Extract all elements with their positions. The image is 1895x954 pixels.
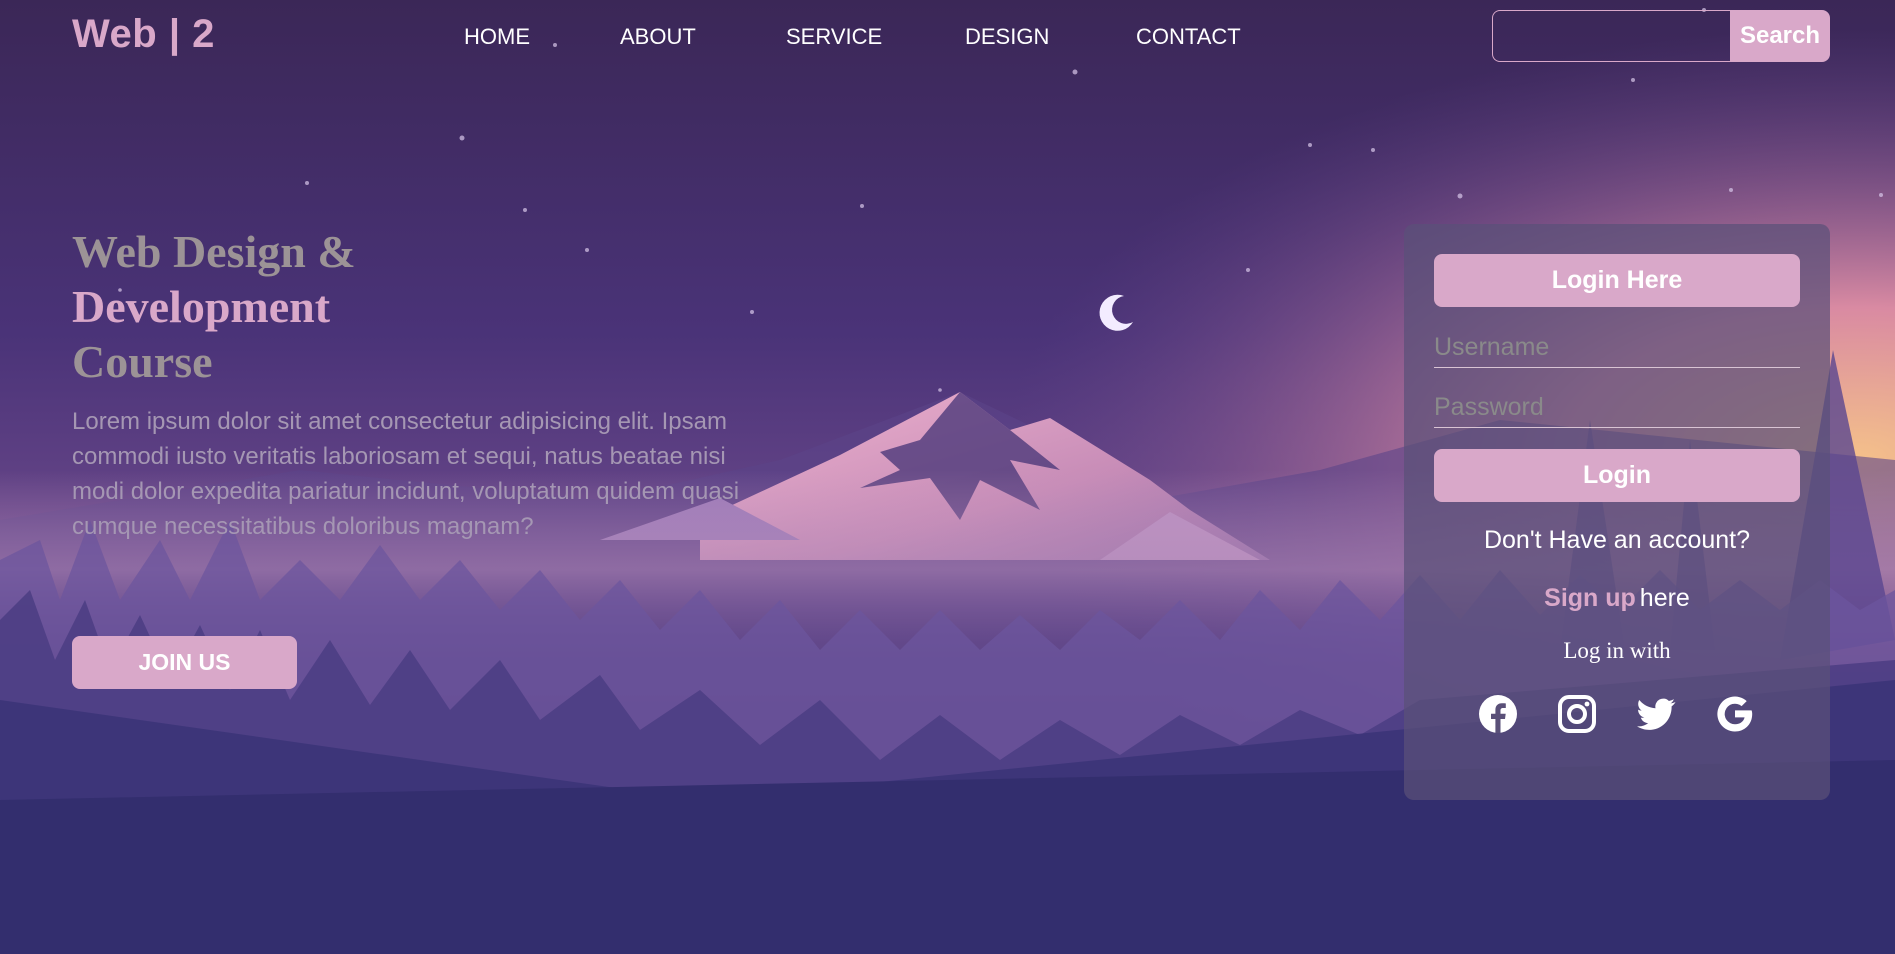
- search-button[interactable]: Search: [1730, 10, 1830, 62]
- login-with-label: Log in with: [1563, 638, 1671, 663]
- login-card-title: Login Here: [1434, 254, 1800, 307]
- login-button[interactable]: Login: [1434, 449, 1800, 502]
- nav-home[interactable]: HOME: [464, 24, 530, 50]
- join-us-button[interactable]: JOIN US: [72, 636, 297, 689]
- search-bar: Search: [1492, 10, 1830, 62]
- search-input[interactable]: [1492, 10, 1732, 62]
- nav-service[interactable]: SERVICE: [786, 24, 882, 50]
- google-icon[interactable]: [1715, 694, 1755, 734]
- nav-design[interactable]: DESIGN: [965, 24, 1049, 50]
- password-field[interactable]: [1434, 388, 1800, 428]
- nav-contact[interactable]: CONTACT: [1136, 24, 1241, 50]
- instagram-icon[interactable]: [1557, 694, 1597, 734]
- hero-title-line-1: Web Design &: [72, 226, 356, 277]
- facebook-icon[interactable]: [1478, 694, 1518, 734]
- hero-description: Lorem ipsum dolor sit amet consectetur a…: [72, 408, 740, 540]
- signup-suffix: here: [1639, 584, 1690, 612]
- twitter-icon[interactable]: [1636, 694, 1676, 734]
- username-field[interactable]: [1434, 328, 1800, 368]
- hero-title-line-3: Course: [72, 336, 213, 387]
- login-card: Login Here Login Don't Have an account? …: [1404, 224, 1830, 800]
- hero-title-line-2: Development: [72, 281, 331, 332]
- no-account-text: Don't Have an account?: [1483, 526, 1751, 554]
- signup-line: Sign up here: [1404, 584, 1830, 613]
- hero-title: Web Design & Development Course: [72, 224, 492, 389]
- nav-about[interactable]: ABOUT: [620, 24, 696, 50]
- signup-link[interactable]: Sign up: [1544, 584, 1636, 612]
